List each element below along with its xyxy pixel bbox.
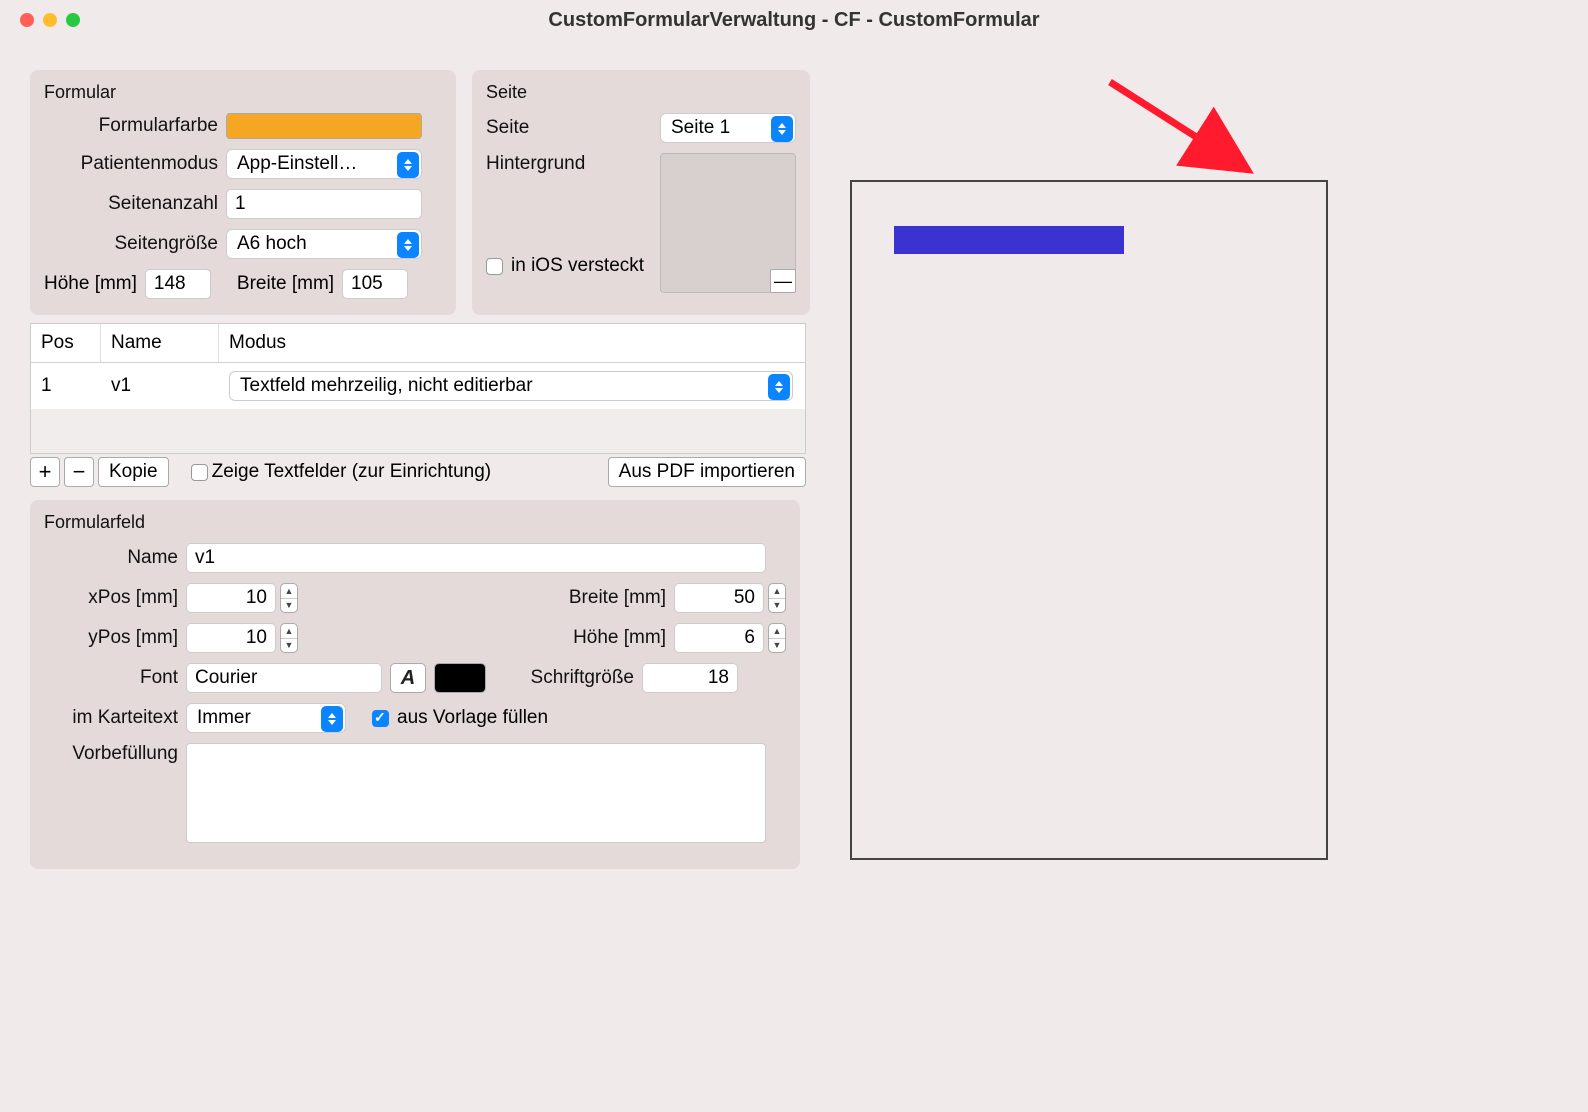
fontsize-label: Schriftgröße — [494, 667, 634, 689]
breite-input[interactable] — [674, 583, 764, 613]
page-preview — [850, 180, 1328, 860]
xpos-input[interactable] — [186, 583, 276, 613]
formular-title: Formular — [44, 82, 442, 103]
seitenanzahl-label: Seitenanzahl — [44, 193, 218, 215]
dropdown-arrows-icon — [768, 374, 790, 400]
ios-hidden-label: in iOS versteckt — [511, 255, 644, 277]
fields-table: Pos Name Modus 1 v1 Textfeld mehrzeilig,… — [30, 323, 806, 454]
stepper-arrows-icon[interactable]: ▲▼ — [768, 583, 786, 613]
import-pdf-button[interactable]: Aus PDF importieren — [608, 457, 806, 487]
table-empty-area — [31, 409, 805, 453]
titlebar: CustomFormularVerwaltung - CF - CustomFo… — [0, 0, 1588, 40]
breite-input[interactable] — [342, 269, 408, 299]
seitengroesse-value: A6 hoch — [237, 233, 307, 255]
remove-row-button[interactable]: − — [64, 457, 94, 487]
xpos-label: xPos [mm] — [44, 587, 178, 609]
hintergrund-well[interactable]: — — [660, 153, 796, 293]
ypos-stepper[interactable]: ▲▼ — [186, 623, 276, 653]
plus-icon: + — [39, 459, 52, 485]
th-modus[interactable]: Modus — [219, 324, 805, 362]
patientenmodus-select[interactable]: App-Einstell… — [226, 149, 422, 179]
minus-icon: — — [774, 271, 792, 292]
seite-select-label: Seite — [486, 117, 606, 139]
dropdown-arrows-icon — [321, 706, 343, 732]
seitengroesse-select[interactable]: A6 hoch — [226, 229, 422, 259]
table-toolbar: + − Kopie Zeige Textfelder (zur Einricht… — [30, 454, 806, 490]
minus-icon: − — [73, 459, 86, 485]
td-name: v1 — [101, 369, 219, 403]
seitengroesse-label: Seitengröße — [44, 233, 218, 255]
feld-breite-label: Breite [mm] — [536, 587, 666, 609]
dropdown-arrows-icon — [771, 116, 793, 142]
feld-name-label: Name — [44, 547, 178, 569]
feld-hoehe-label: Höhe [mm] — [536, 627, 666, 649]
seite-panel: Seite Seite Seite 1 Hintergrund — — [472, 70, 810, 315]
window-title: CustomFormularVerwaltung - CF - CustomFo… — [20, 9, 1568, 32]
font-icon: A — [401, 667, 415, 690]
td-pos: 1 — [31, 369, 101, 403]
karteitext-select[interactable]: Immer — [186, 703, 346, 733]
ios-hidden-checkbox[interactable] — [486, 258, 503, 275]
hoehe-input[interactable] — [145, 269, 211, 299]
hoehe-input[interactable] — [674, 623, 764, 653]
seite-value: Seite 1 — [671, 117, 730, 139]
formularfarbe-label: Formularfarbe — [44, 115, 218, 137]
seitenanzahl-input[interactable] — [226, 189, 422, 219]
font-label: Font — [44, 667, 178, 689]
th-name[interactable]: Name — [101, 324, 219, 362]
fill-from-template-checkbox[interactable] — [372, 710, 389, 727]
karteitext-label: im Karteitext — [44, 707, 178, 729]
font-color-button[interactable] — [434, 663, 486, 693]
annotation-arrow-icon — [1100, 76, 1270, 191]
row-modus-select[interactable]: Textfeld mehrzeilig, nicht editierbar — [229, 371, 793, 401]
hintergrund-remove-button[interactable]: — — [770, 269, 796, 293]
preview-field-v1[interactable] — [894, 226, 1124, 254]
hoehe-label: Höhe [mm] — [44, 273, 137, 295]
prefill-label: Vorbefüllung — [44, 743, 178, 765]
font-input[interactable] — [186, 663, 382, 693]
formularfarbe-swatch[interactable] — [226, 113, 422, 139]
xpos-stepper[interactable]: ▲▼ — [186, 583, 276, 613]
add-row-button[interactable]: + — [30, 457, 60, 487]
ypos-input[interactable] — [186, 623, 276, 653]
stepper-arrows-icon[interactable]: ▲▼ — [280, 583, 298, 613]
th-pos[interactable]: Pos — [31, 324, 101, 362]
table-row[interactable]: 1 v1 Textfeld mehrzeilig, nicht editierb… — [31, 363, 805, 409]
stepper-arrows-icon[interactable]: ▲▼ — [768, 623, 786, 653]
hintergrund-label: Hintergrund — [486, 153, 606, 175]
patientenmodus-value: App-Einstell… — [237, 153, 357, 175]
seite-select[interactable]: Seite 1 — [660, 113, 796, 143]
fontsize-input[interactable] — [642, 663, 738, 693]
hoehe-stepper[interactable]: ▲▼ — [674, 623, 764, 653]
feld-name-input[interactable] — [186, 543, 766, 573]
stepper-arrows-icon[interactable]: ▲▼ — [280, 623, 298, 653]
show-textfields-checkbox[interactable] — [191, 464, 208, 481]
font-picker-button[interactable]: A — [390, 663, 426, 693]
formular-panel: Formular Formularfarbe Patientenmodus Ap… — [30, 70, 456, 315]
karteitext-value: Immer — [197, 707, 251, 729]
formularfeld-title: Formularfeld — [44, 512, 786, 533]
row-modus-value: Textfeld mehrzeilig, nicht editierbar — [240, 375, 533, 397]
breite-stepper[interactable]: ▲▼ — [674, 583, 764, 613]
dropdown-arrows-icon — [397, 232, 419, 258]
copy-button[interactable]: Kopie — [98, 457, 169, 487]
seite-title: Seite — [486, 82, 796, 103]
dropdown-arrows-icon — [397, 152, 419, 178]
patientenmodus-label: Patientenmodus — [44, 153, 218, 175]
breite-label: Breite [mm] — [237, 273, 334, 295]
prefill-textarea[interactable] — [186, 743, 766, 843]
formularfeld-panel: Formularfeld Name xPos [mm] ▲▼ Breite [m… — [30, 500, 800, 869]
fill-from-template-label: aus Vorlage füllen — [397, 707, 548, 729]
ypos-label: yPos [mm] — [44, 627, 178, 649]
show-textfields-label: Zeige Textfelder (zur Einrichtung) — [212, 461, 492, 483]
